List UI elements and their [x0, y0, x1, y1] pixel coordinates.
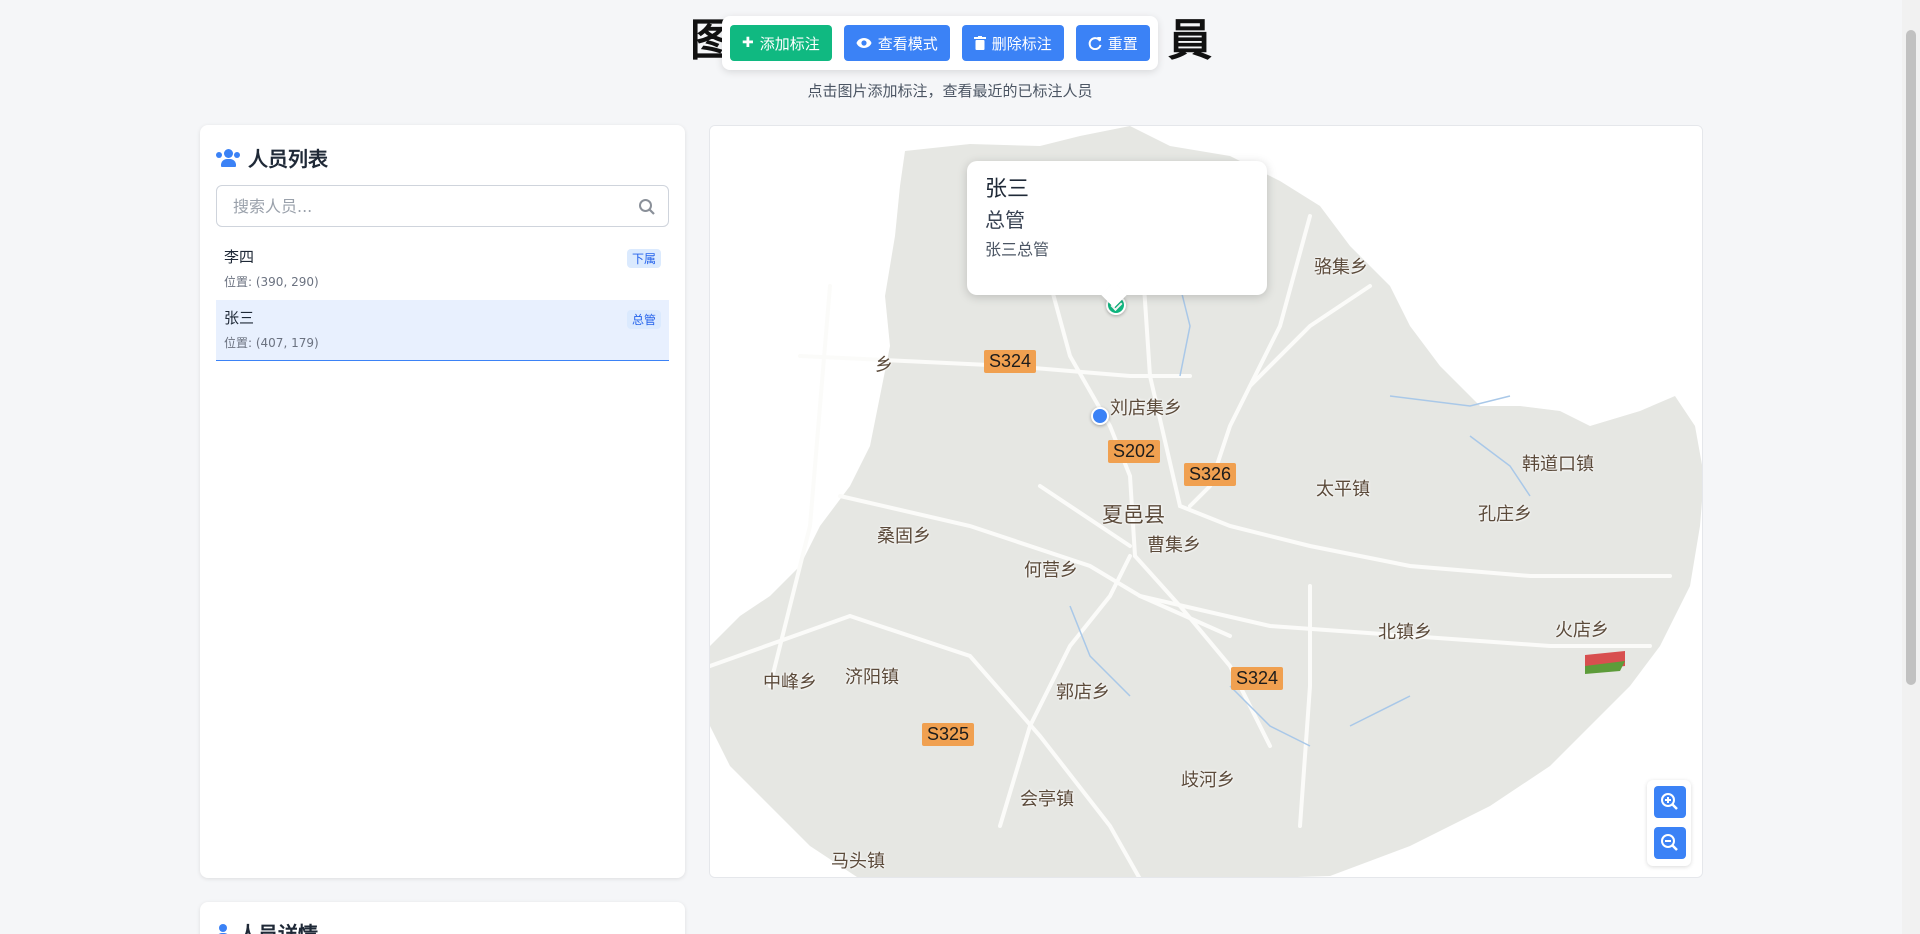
map-label-zhongfeng: 中峰乡: [763, 672, 817, 693]
marker-lisi[interactable]: [1091, 407, 1109, 425]
user-icon: [216, 923, 230, 934]
person-position: 位置: (407, 179): [224, 336, 319, 350]
reset-label: 重置: [1107, 34, 1138, 53]
popup-description: 张三总管: [985, 240, 1050, 259]
search-input[interactable]: [217, 186, 668, 226]
zoom-controls: [1647, 780, 1691, 866]
add-marker-label: 添加标注: [759, 34, 820, 53]
map-label-liudianji: 刘店集乡: [1110, 398, 1182, 419]
map-label-beizhen: 北镇乡: [1378, 622, 1432, 643]
people-list-header: 人员列表: [216, 143, 328, 172]
map-label-kongzhuang: 孔庄乡: [1478, 504, 1532, 525]
popup-role: 总管: [985, 208, 1025, 232]
map-label-caoji: 曹集乡: [1147, 535, 1201, 556]
map-label-qihe: 歧河乡: [1181, 770, 1235, 791]
zoom-in-button[interactable]: [1654, 786, 1686, 818]
person-position: 位置: (390, 290): [224, 275, 319, 289]
users-icon: [216, 148, 240, 168]
map-label-taiping: 太平镇: [1316, 479, 1370, 500]
person-details-panel: 人员详情: [200, 902, 685, 934]
person-details-title: 人员详情: [238, 922, 318, 934]
people-list: 李四 位置: (390, 290) 下属 张三 位置: (407, 179) 总…: [216, 239, 669, 361]
people-list-panel: 人员列表 李四 位置: (390, 290) 下属 张三 位置: (407, 1…: [200, 125, 685, 878]
map-label-huodian: 火店乡: [1555, 620, 1609, 641]
add-marker-button[interactable]: ✚ 添加标注: [730, 25, 832, 61]
page-scrollbar[interactable]: [1902, 0, 1920, 934]
toolbar: ✚ 添加标注 查看模式 删除标注 重置: [722, 16, 1158, 70]
map-label-luoji: 骆集乡: [1314, 257, 1368, 278]
delete-marker-label: 删除标注: [991, 34, 1052, 53]
page-title-right: 員: [1168, 15, 1212, 66]
road-sign-s324-north: S324: [984, 350, 1037, 373]
map-label-xiayi: 夏邑县: [1102, 503, 1165, 527]
people-list-title: 人员列表: [248, 147, 328, 171]
map-label-guodian: 郭店乡: [1056, 682, 1110, 703]
zoom-out-icon: [1661, 834, 1678, 851]
map-label-sanggu: 桑固乡: [877, 526, 931, 547]
zoom-out-button[interactable]: [1654, 827, 1686, 859]
map-canvas[interactable]: 乡 骆集乡 刘店集乡 韩道口镇 太平镇 孔庄乡 夏邑县 曹集乡 桑固乡 何营乡 …: [709, 125, 1703, 878]
trash-icon: [973, 36, 986, 50]
person-name: 张三: [224, 309, 255, 327]
person-details-header: 人员详情: [216, 918, 318, 934]
road-sign-s325: S325: [922, 723, 975, 746]
search-box: [216, 185, 669, 227]
person-name: 李四: [224, 248, 255, 266]
delete-marker-button[interactable]: 删除标注: [961, 25, 1064, 61]
map-label-heying: 何营乡: [1024, 560, 1078, 581]
popup-name: 张三: [985, 177, 1030, 202]
list-item[interactable]: 张三 位置: (407, 179) 总管: [216, 300, 669, 361]
list-item[interactable]: 李四 位置: (390, 290) 下属: [216, 239, 669, 300]
map-label-jiyang: 济阳镇: [845, 667, 899, 688]
road-sign-s326: S326: [1184, 463, 1237, 486]
scrollbar-thumb[interactable]: [1906, 30, 1916, 685]
reset-button[interactable]: 重置: [1075, 25, 1150, 61]
road-sign-s202: S202: [1108, 440, 1161, 463]
view-mode-button[interactable]: 查看模式: [843, 25, 950, 61]
plus-icon: ✚: [742, 35, 754, 51]
map-label-huiting: 会亭镇: [1020, 789, 1074, 810]
road-sign-s324-south: S324: [1231, 667, 1284, 690]
page-subtitle: 点击图片添加标注，查看最近的已标注人员: [807, 82, 1093, 100]
role-badge: 下属: [626, 249, 661, 268]
marker-popup: 张三 总管 张三总管: [967, 161, 1267, 308]
refresh-icon: [1088, 37, 1102, 50]
map-label-cut: 乡: [875, 355, 893, 376]
map-label-hanchaokou: 韩道口镇: [1522, 454, 1594, 475]
role-badge: 总管: [626, 310, 661, 329]
map-label-matou: 马头镇: [831, 851, 885, 872]
search-icon: [639, 199, 655, 215]
view-mode-label: 查看模式: [877, 34, 938, 53]
zoom-in-icon: [1661, 793, 1678, 810]
eye-icon: [856, 38, 872, 48]
